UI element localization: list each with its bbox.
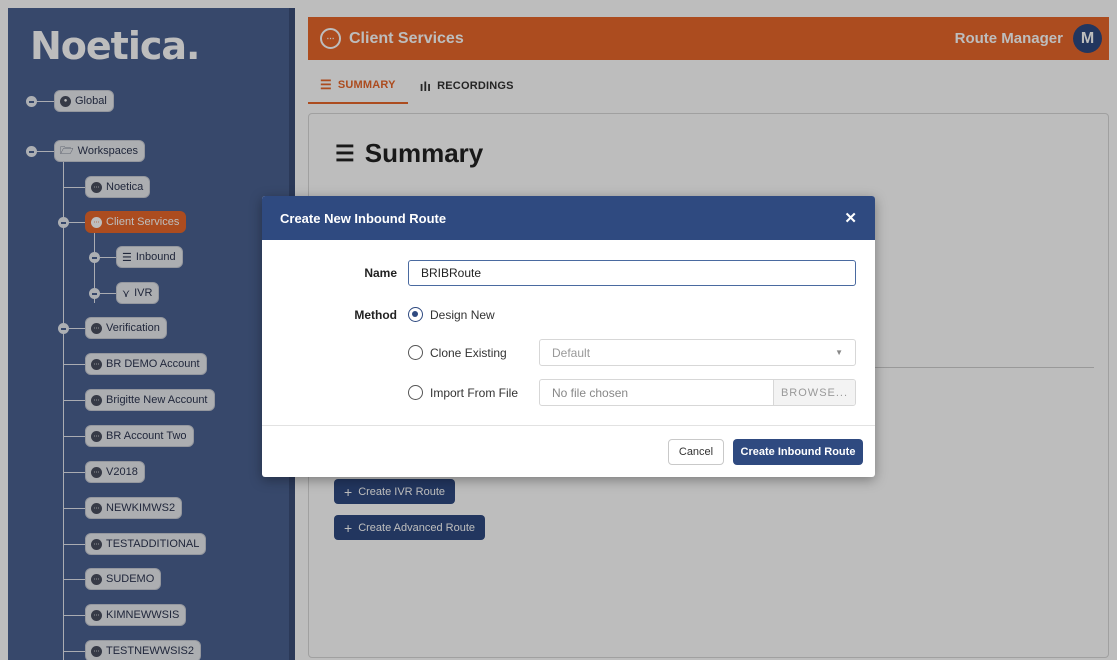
divider [262, 425, 875, 426]
method-option-import-file[interactable]: Import From File [408, 385, 518, 400]
browse-button[interactable]: BROWSE... [773, 380, 855, 405]
dialog-title: Create New Inbound Route [280, 210, 447, 226]
file-input[interactable]: No file chosen BROWSE... [539, 379, 856, 406]
chevron-down-icon: ▼ [835, 348, 843, 357]
method-option-clone-existing[interactable]: Clone Existing [408, 345, 507, 360]
route-name-input[interactable] [408, 260, 856, 286]
create-inbound-route-button[interactable]: Create Inbound Route [733, 439, 863, 465]
method-label: Method [354, 308, 397, 322]
radio-button[interactable] [408, 345, 423, 360]
radio-button[interactable] [408, 385, 423, 400]
close-icon[interactable]: ✕ [844, 209, 857, 227]
radio-button-checked[interactable] [408, 307, 423, 322]
file-name-display: No file chosen [552, 385, 629, 400]
cancel-button[interactable]: Cancel [668, 439, 724, 465]
name-label: Name [364, 266, 397, 280]
method-option-design-new[interactable]: Design New [408, 307, 495, 322]
create-inbound-route-dialog: Create New Inbound Route ✕ Name Method D… [262, 196, 875, 477]
clone-source-select[interactable]: Default ▼ [539, 339, 856, 366]
dialog-header: Create New Inbound Route ✕ [262, 196, 875, 240]
